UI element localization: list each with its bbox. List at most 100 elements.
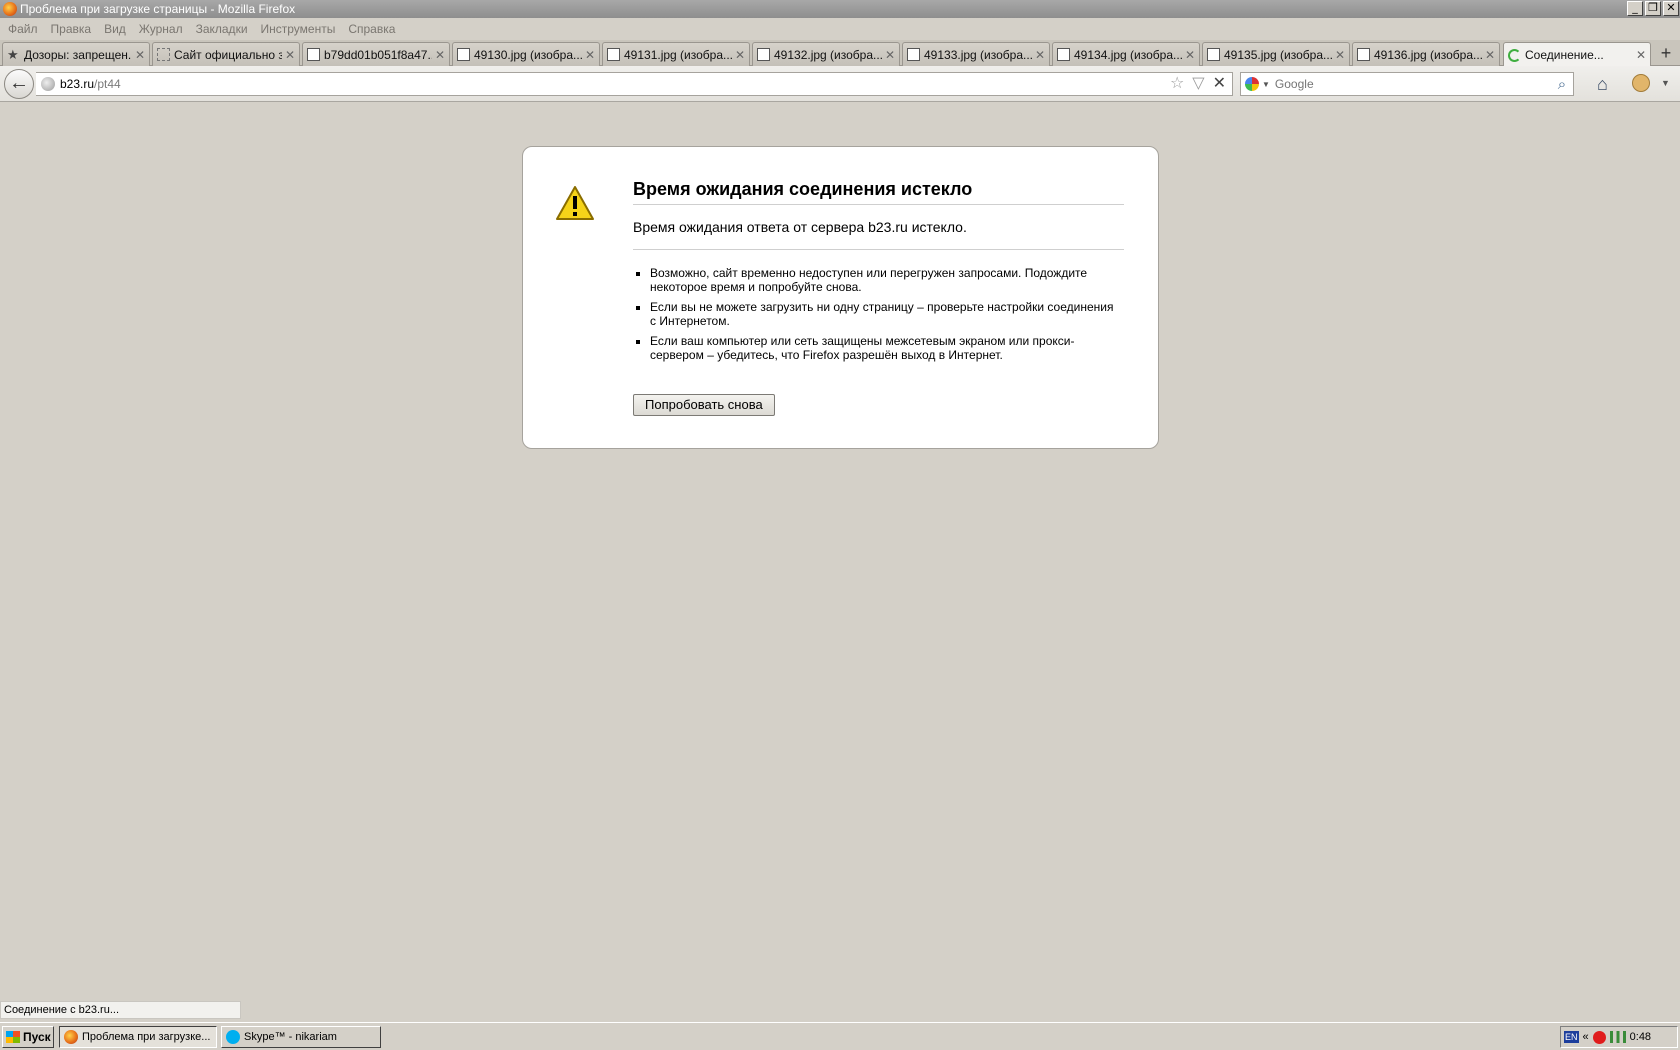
taskbar-item-firefox[interactable]: Проблема при загрузке... (59, 1026, 217, 1048)
loading-icon (1508, 48, 1521, 62)
menu-edit[interactable]: Правка (51, 22, 92, 36)
tab-close-icon[interactable]: ✕ (1636, 48, 1646, 62)
tab-5[interactable]: 49131.jpg (изобра... ✕ (602, 42, 750, 66)
history-dropdown-icon[interactable]: ▽ (1192, 75, 1204, 93)
tab-6[interactable]: 49132.jpg (изобра... ✕ (752, 42, 900, 66)
system-tray: EN « 0:48 (1560, 1026, 1678, 1048)
restore-button[interactable]: ❐ (1645, 1, 1661, 16)
window-titlebar: Проблема при загрузке страницы - Mozilla… (0, 0, 1680, 18)
dashed-page-icon (157, 48, 170, 61)
menu-help[interactable]: Справка (348, 22, 395, 36)
image-icon (1207, 48, 1220, 61)
site-identity-icon[interactable] (41, 77, 55, 91)
url-host: b23.ru (60, 77, 95, 91)
minimize-button[interactable]: _ (1627, 1, 1643, 16)
windows-logo-icon (6, 1031, 20, 1043)
menu-history[interactable]: Журнал (139, 22, 183, 36)
window-controls: _ ❐ ✕ (1627, 1, 1679, 16)
taskbar-item-label: Skype™ - nikariam (244, 1031, 337, 1043)
menu-bar: Файл Правка Вид Журнал Закладки Инструме… (0, 18, 1680, 40)
search-bar: ▼ ⌕ (1240, 72, 1574, 96)
back-button[interactable]: ← (4, 69, 34, 99)
engine-dropdown-icon[interactable]: ▼ (1262, 80, 1270, 89)
page-content: Время ожидания соединения истекло Время … (0, 102, 1680, 1002)
tab-7[interactable]: 49133.jpg (изобра... ✕ (902, 42, 1050, 66)
menu-file[interactable]: Файл (8, 22, 38, 36)
list-item: Если ваш компьютер или сеть защищены меж… (650, 334, 1120, 362)
tray-expand-icon[interactable]: « (1583, 1031, 1589, 1043)
tab-3[interactable]: b79dd01b051f8a47... ✕ (302, 42, 450, 66)
tab-strip: ★ Дозоры: запрещен... ✕ Сайт официально … (0, 40, 1680, 67)
clock: 0:48 (1629, 1031, 1652, 1043)
tab-close-icon[interactable]: ✕ (1485, 48, 1495, 62)
tab-2[interactable]: Сайт официально з... ✕ (152, 42, 300, 66)
image-icon (907, 48, 920, 61)
window-title: Проблема при загрузке страницы - Mozilla… (20, 2, 296, 16)
bookmark-star-icon[interactable]: ☆ (1170, 75, 1184, 93)
tab-label: Дозоры: запрещен... (24, 47, 132, 62)
error-box: Время ожидания соединения истекло Время … (522, 146, 1159, 449)
network-signal-icon[interactable] (1609, 1031, 1626, 1043)
home-icon[interactable]: ⌂ (1597, 74, 1608, 95)
tab-label: 49135.jpg (изобра... (1224, 47, 1332, 62)
tab-label: 49134.jpg (изобра... (1074, 47, 1182, 62)
image-icon (307, 48, 320, 61)
tab-close-icon[interactable]: ✕ (1335, 48, 1345, 62)
firefox-icon (3, 2, 17, 16)
tab-close-icon[interactable]: ✕ (435, 48, 445, 62)
tab-1[interactable]: ★ Дозоры: запрещен... ✕ (2, 42, 150, 66)
tab-active[interactable]: Соединение... ✕ (1503, 42, 1651, 67)
persona-icon[interactable] (1632, 74, 1650, 92)
tab-close-icon[interactable]: ✕ (1035, 48, 1045, 62)
navigation-bar: ← b23.ru/pt44 ☆ ▽ ✕ ▼ ⌕ ⌂ ▼ (0, 66, 1680, 102)
close-window-button[interactable]: ✕ (1663, 1, 1679, 16)
tab-label: b79dd01b051f8a47... (324, 47, 432, 62)
menu-view[interactable]: Вид (104, 22, 126, 36)
search-icon[interactable]: ⌕ (1551, 76, 1573, 93)
new-tab-button[interactable]: + (1655, 44, 1677, 64)
error-title: Время ожидания соединения истекло (633, 179, 1124, 205)
tab-4[interactable]: 49130.jpg (изобра... ✕ (452, 42, 600, 66)
tab-8[interactable]: 49134.jpg (изобра... ✕ (1052, 42, 1200, 66)
toolbar-menu-icon[interactable]: ▼ (1661, 78, 1670, 88)
firefox-icon (64, 1030, 78, 1044)
taskbar-item-label: Проблема при загрузке... (82, 1031, 211, 1043)
url-path: /pt44 (94, 77, 121, 91)
tab-label: 49131.jpg (изобра... (624, 47, 732, 62)
list-item: Если вы не можете загрузить ни одну стра… (650, 300, 1120, 328)
taskbar-item-skype[interactable]: Skype™ - nikariam (221, 1026, 381, 1048)
warning-icon (556, 186, 594, 220)
error-suggestions: Возможно, сайт временно недоступен или п… (650, 266, 1120, 368)
tab-close-icon[interactable]: ✕ (585, 48, 595, 62)
list-item: Возможно, сайт временно недоступен или п… (650, 266, 1120, 294)
url-bar[interactable]: b23.ru/pt44 ☆ ▽ ✕ (36, 72, 1233, 96)
tab-close-icon[interactable]: ✕ (735, 48, 745, 62)
retry-button[interactable]: Попробовать снова (633, 394, 775, 416)
start-label: Пуск (23, 1030, 51, 1044)
skype-tray-icon[interactable] (1592, 1030, 1606, 1044)
stop-icon[interactable]: ✕ (1213, 75, 1226, 93)
search-input[interactable] (1274, 77, 1551, 91)
image-icon (757, 48, 770, 61)
image-icon (607, 48, 620, 61)
tab-label: Соединение... (1525, 48, 1604, 62)
tab-close-icon[interactable]: ✕ (1185, 48, 1195, 62)
start-button[interactable]: Пуск (2, 1026, 54, 1048)
menu-bookmarks[interactable]: Закладки (196, 22, 248, 36)
taskbar: Пуск Проблема при загрузке... Skype™ - n… (0, 1022, 1680, 1050)
tab-close-icon[interactable]: ✕ (135, 48, 145, 62)
image-icon (1057, 48, 1070, 61)
image-icon (457, 48, 470, 61)
tab-9[interactable]: 49135.jpg (изобра... ✕ (1202, 42, 1350, 66)
tab-label: 49133.jpg (изобра... (924, 47, 1032, 62)
google-engine-icon[interactable] (1245, 77, 1259, 91)
status-bar: Соединение с b23.ru... (0, 1001, 241, 1019)
language-indicator[interactable]: EN (1564, 1031, 1579, 1043)
tab-close-icon[interactable]: ✕ (285, 48, 295, 62)
image-icon (1357, 48, 1370, 61)
tab-10[interactable]: 49136.jpg (изобра... ✕ (1352, 42, 1500, 66)
tab-label: 49130.jpg (изобра... (474, 47, 582, 62)
star-icon: ★ (7, 47, 19, 62)
menu-tools[interactable]: Инструменты (261, 22, 336, 36)
tab-close-icon[interactable]: ✕ (885, 48, 895, 62)
